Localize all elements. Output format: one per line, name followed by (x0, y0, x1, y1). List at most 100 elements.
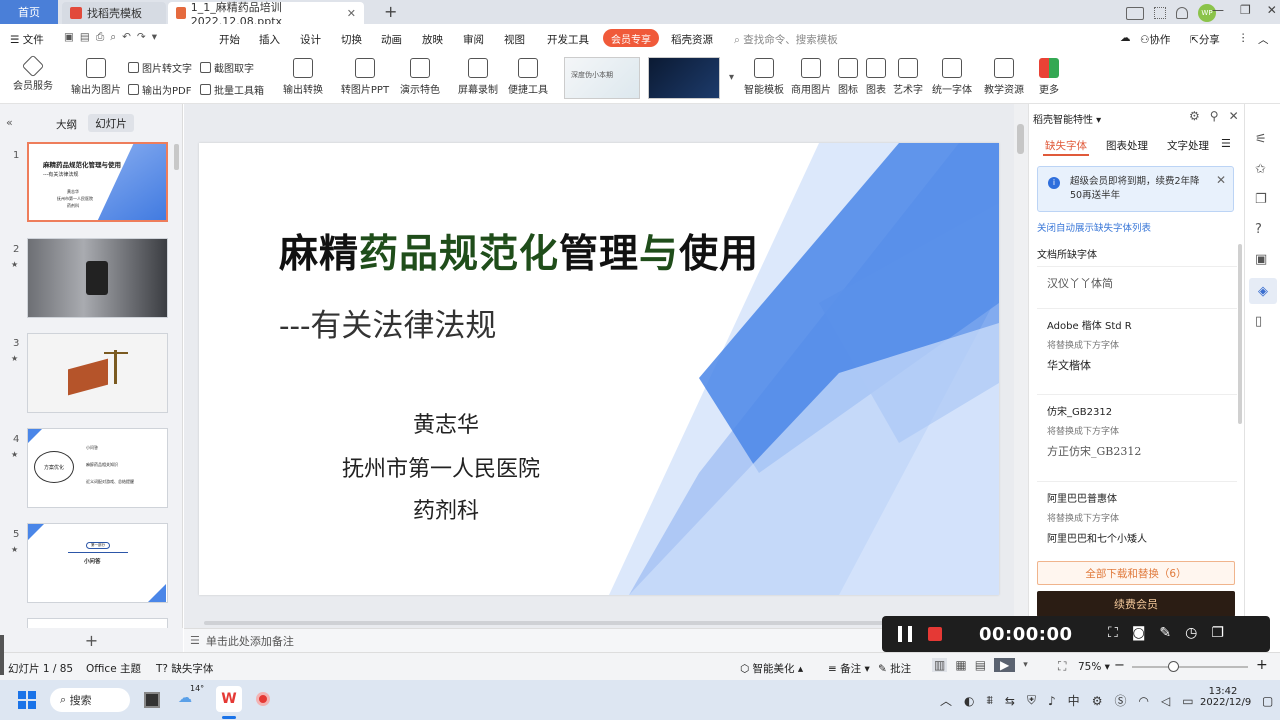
smart-beautify-button[interactable]: ⬡ 智能美化 ▴ (740, 661, 803, 676)
share-button[interactable]: ⇱分享 (1190, 32, 1220, 47)
fit-window-icon[interactable]: ⛶ (1058, 659, 1066, 674)
pin-icon[interactable]: ⚲ (1210, 109, 1219, 123)
menu-home[interactable]: 开始 (219, 32, 240, 47)
wps-app-icon[interactable]: W (216, 686, 242, 712)
play-dropdown-icon[interactable]: ▾ (1023, 660, 1028, 670)
window-icon[interactable]: ❐ (1211, 625, 1224, 641)
export-pdf-button[interactable]: 输出为PDF (128, 82, 191, 97)
slide-thumbnail-1[interactable]: 麻精药品规范化管理与使用 ---有关法律法规 黄志华 抚州市第一人民医院 药剂科 (27, 142, 168, 222)
font-card[interactable]: Adobe 楷体 Std R 将替换成下方字体 华文楷体 (1037, 308, 1237, 388)
window-layout-icon[interactable] (1126, 6, 1144, 20)
slide-thumbnail-6[interactable] (27, 618, 168, 628)
tab-missing-fonts[interactable]: 缺失字体 (1045, 138, 1087, 153)
reading-view-icon[interactable]: ▤ (975, 658, 986, 672)
copy-icon[interactable]: ❐ (1255, 192, 1267, 207)
close-panel-icon[interactable]: ✕ (1229, 109, 1239, 123)
zoom-slider-handle[interactable] (1168, 661, 1179, 672)
timer-icon[interactable]: ◷ (1185, 625, 1197, 641)
export-image-button[interactable]: 输出为图片 (70, 58, 122, 96)
tray-network-icon[interactable]: ⩩ (987, 693, 993, 708)
quick-access-icons[interactable]: ▣▤⎙⌕↶↷▾ (64, 31, 163, 44)
font-card[interactable]: 阿里巴巴普惠体 将替换成下方字体 阿里巴巴和七个小矮人 (1037, 481, 1237, 551)
canvas-horizontal-scrollbar[interactable] (198, 619, 884, 627)
collab-button[interactable]: ⚇协作 (1140, 32, 1170, 47)
volume-icon[interactable]: ◁ (1161, 694, 1170, 708)
canvas-vertical-scrollbar[interactable] (1014, 104, 1028, 620)
tab-menu-icon[interactable]: ☰ (1221, 137, 1231, 150)
sync-icon[interactable]: ☁ (1120, 32, 1131, 44)
font-card[interactable]: 汉仪丫丫体简 (1037, 266, 1237, 302)
icons-button[interactable]: 图标 (836, 58, 860, 96)
menu-design[interactable]: 设计 (300, 32, 321, 47)
adjust-icon[interactable]: ⚟ (1255, 132, 1267, 147)
menu-view[interactable]: 视图 (504, 32, 525, 47)
taskbar-search[interactable]: ⌕ 搜索 (50, 688, 130, 712)
tab-chart-processing[interactable]: 图表处理 (1106, 138, 1148, 153)
tray-switch-icon[interactable]: ⇆ (1005, 694, 1015, 708)
zoom-slider-track[interactable] (1132, 666, 1248, 668)
tab-docer-templates[interactable]: 找稻壳模板 (62, 2, 166, 24)
slide-thumbnail-2[interactable] (27, 238, 168, 318)
panel-scrollbar[interactable] (1238, 244, 1242, 424)
tray-ime-icon[interactable]: Ⓢ (1114, 692, 1126, 709)
tab-slides[interactable]: 幻灯片 (88, 114, 134, 132)
pen-icon[interactable]: ✎ (1159, 625, 1171, 641)
help-icon[interactable]: ? (1255, 222, 1262, 237)
menu-review[interactable]: 审阅 (463, 32, 484, 47)
collapse-panel-icon[interactable]: « (6, 116, 13, 129)
zoom-level[interactable]: 75% ▾ (1078, 661, 1110, 673)
resize-handle[interactable] (0, 635, 4, 675)
menu-file[interactable]: ☰ 文件 (10, 32, 44, 47)
tray-settings-icon[interactable]: ⚙ (1092, 694, 1103, 708)
restore-button[interactable]: ❐ (1240, 3, 1251, 17)
minimize-button[interactable]: — (1212, 3, 1224, 17)
sorter-view-icon[interactable]: ▦ (955, 658, 966, 672)
picture-icon[interactable]: ▣ (1255, 252, 1267, 267)
quick-tools-button[interactable]: 便捷工具 (504, 58, 552, 96)
tab-outline[interactable]: 大纲 (56, 117, 77, 132)
close-window-button[interactable]: ✕ (1267, 3, 1277, 17)
notes-toggle-button[interactable]: ≡ 备注 ▾ (828, 661, 870, 676)
collapse-ribbon-icon[interactable]: ︿ (1258, 32, 1269, 47)
play-slideshow-button[interactable]: ▶ (994, 658, 1016, 672)
comments-button[interactable]: ✎ 批注 (878, 661, 911, 676)
smart-features-icon[interactable]: ◈ (1249, 278, 1277, 304)
smart-template-button[interactable]: 智能模板 (742, 58, 786, 96)
download-replace-all-button[interactable]: 全部下载和替换（6） (1037, 561, 1235, 585)
screen-record-button[interactable]: 屏幕录制 (456, 58, 500, 96)
star-icon[interactable]: ✩ (1255, 162, 1266, 177)
zoom-out-button[interactable]: − (1114, 658, 1125, 673)
menu-slideshow[interactable]: 放映 (422, 32, 443, 47)
tray-input-icon[interactable]: 中 (1068, 692, 1080, 709)
region-icon[interactable]: ⛶ (1108, 625, 1118, 641)
settings-icon[interactable]: ⚙ (1189, 109, 1200, 123)
tray-chevron-icon[interactable]: ︿ (940, 692, 952, 709)
tray-app-icon[interactable]: ◐ (964, 694, 974, 708)
menu-docer-resources[interactable]: 稻壳资源 (671, 32, 713, 47)
close-tab-icon[interactable]: ✕ (347, 7, 356, 20)
stop-icon[interactable] (928, 627, 942, 641)
auto-show-link[interactable]: 关闭自动展示缺失字体列表 (1037, 220, 1151, 234)
pause-icon[interactable] (898, 626, 912, 642)
demo-features-button[interactable]: 演示特色 (396, 58, 444, 96)
more-button[interactable]: 更多 (1036, 58, 1062, 96)
thumbnail-scrollbar[interactable] (174, 144, 179, 170)
slide-thumbnail-4[interactable]: 方案优化 小问答 麻醉药品相关知识 近义词配对游戏、总结提醒 (27, 428, 168, 508)
tray-mic-icon[interactable]: ♪ (1048, 694, 1056, 708)
zoom-in-button[interactable]: + (1256, 657, 1268, 673)
tab-document[interactable]: 1_1_麻精药品培训2022.12.08.pptx ✕ (168, 1, 364, 28)
add-slide-button[interactable]: + (0, 628, 183, 652)
close-notice-icon[interactable]: ✕ (1216, 173, 1226, 187)
charts-button[interactable]: 图表 (864, 58, 888, 96)
book-icon[interactable]: ▯ (1255, 314, 1262, 329)
search-box[interactable]: ⌕ 查找命令、搜索模板 (734, 32, 838, 47)
more-options-icon[interactable]: ⋮ (1238, 32, 1249, 44)
slide-thumbnail-5[interactable]: 第一部分 小问答 (27, 523, 168, 603)
template-dropdown-icon[interactable]: ▾ (729, 72, 734, 83)
template-preview-1[interactable]: 深度伪小本期 (564, 57, 640, 99)
battery-icon[interactable]: ▭ (1182, 694, 1193, 708)
menu-developer[interactable]: 开发工具 (547, 32, 589, 47)
font-card[interactable]: 仿宋_GB2312 将替换成下方字体 方正仿宋_GB2312 (1037, 394, 1237, 474)
menu-animation[interactable]: 动画 (381, 32, 402, 47)
tray-shield-icon[interactable]: ⛨ (1027, 693, 1036, 708)
